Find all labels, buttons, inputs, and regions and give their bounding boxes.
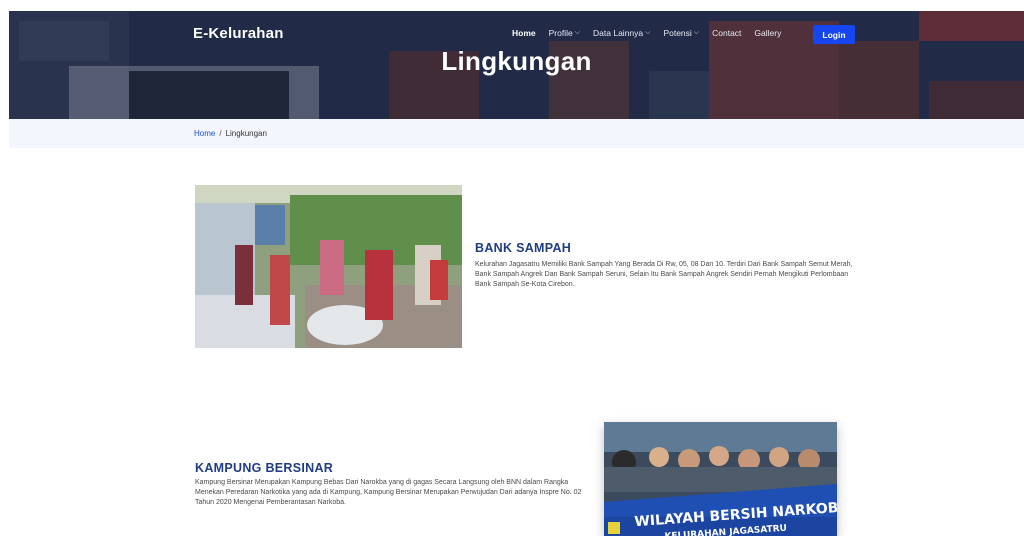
- nav-potensi[interactable]: Potensi ⌵: [663, 28, 699, 38]
- nav-home[interactable]: Home: [512, 28, 536, 38]
- main-nav: Home Profile ⌵ Data Lainnya ⌵ Potensi ⌵ Con…: [512, 28, 794, 38]
- nav-potensi-label: Potensi: [663, 28, 692, 38]
- nav-contact-label: Contact: [712, 28, 742, 38]
- breadcrumb: Home / Lingkungan: [194, 129, 267, 138]
- chevron-down-icon: ⌵: [645, 29, 651, 36]
- bank-sampah-photo: [195, 185, 462, 348]
- nav-home-label: Home: [512, 28, 536, 38]
- nav-profile-label: Profile: [548, 28, 573, 38]
- hero-header: E-Kelurahan Home Profile ⌵ Data Lainnya ⌵ …: [9, 11, 1024, 119]
- login-button[interactable]: Login: [813, 25, 855, 44]
- nav-gallery[interactable]: Gallery: [754, 28, 781, 38]
- breadcrumb-current: Lingkungan: [225, 129, 267, 138]
- chevron-down-icon: ⌵: [574, 29, 581, 36]
- section-text-bank-sampah: Kelurahan Jagasatru Memiliki Bank Sampah…: [475, 261, 853, 288]
- section-title-bank-sampah: BANK SAMPAH: [475, 241, 572, 255]
- page: E-Kelurahan Home Profile ⌵ Data Lainnya ⌵ …: [9, 11, 1024, 536]
- section-text-kampung-bersinar: Kampung Bersinar Merupakan Kampung Bebas…: [195, 479, 582, 506]
- nav-gallery-label: Gallery: [754, 28, 782, 38]
- nav-data-lainnya-label: Data Lainnya: [593, 28, 644, 38]
- section-title-kampung-bersinar: KAMPUNG BERSINAR: [195, 461, 334, 475]
- breadcrumb-home-link[interactable]: Home: [194, 129, 215, 138]
- page-title: Lingkungan: [441, 46, 592, 76]
- breadcrumb-separator: /: [219, 129, 222, 138]
- breadcrumb-bar: Home / Lingkungan: [9, 119, 1024, 148]
- nav-contact[interactable]: Contact: [712, 28, 741, 38]
- nav-profile[interactable]: Profile ⌵: [549, 28, 580, 38]
- chevron-down-icon: ⌵: [693, 29, 700, 36]
- kampung-bersinar-photo: WILAYAH BERSIH NARKOBA KELURAHAN JAGASAT…: [604, 422, 837, 536]
- nav-data-lainnya[interactable]: Data Lainnya ⌵: [593, 28, 650, 38]
- brand-logo-text[interactable]: E-Kelurahan: [193, 25, 284, 42]
